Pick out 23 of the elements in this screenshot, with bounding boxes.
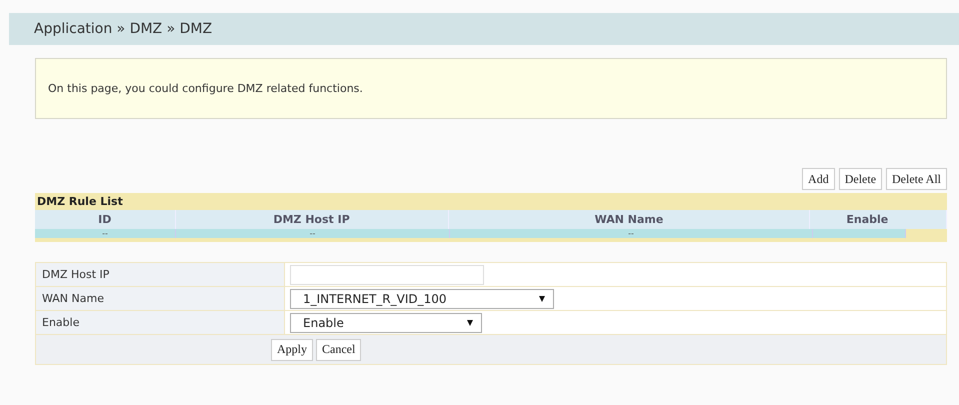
column-header: WAN Name: [448, 210, 810, 229]
list-button[interactable]: Delete All: [886, 168, 947, 190]
field-label: WAN Name: [36, 287, 285, 310]
table-title: DMZ Rule List: [37, 195, 123, 208]
column-header: DMZ Host IP: [176, 210, 449, 229]
form-button[interactable]: Apply: [271, 338, 313, 360]
table-cell: --: [450, 229, 813, 238]
dropdown[interactable]: 1_INTERNET_R_VID_100: [290, 288, 554, 308]
list-button[interactable]: Add: [802, 168, 835, 190]
table-cell: --: [35, 229, 176, 238]
field-label: Enable: [36, 311, 285, 334]
dropdown[interactable]: Enable: [290, 312, 482, 332]
caret-icon: [467, 320, 473, 326]
column-header: Enable: [810, 210, 947, 229]
field-label: DMZ Host IP: [36, 263, 285, 286]
form-button[interactable]: Cancel: [316, 338, 362, 360]
table-cell: --: [176, 229, 450, 238]
input-field[interactable]: [290, 264, 484, 284]
breadcrumb: Application » DMZ » DMZ: [34, 21, 212, 37]
list-button[interactable]: Delete: [838, 168, 882, 190]
column-header: ID: [35, 210, 176, 229]
info-text: On this page, you could configure DMZ related functions.: [48, 82, 363, 95]
caret-icon: [539, 296, 545, 302]
